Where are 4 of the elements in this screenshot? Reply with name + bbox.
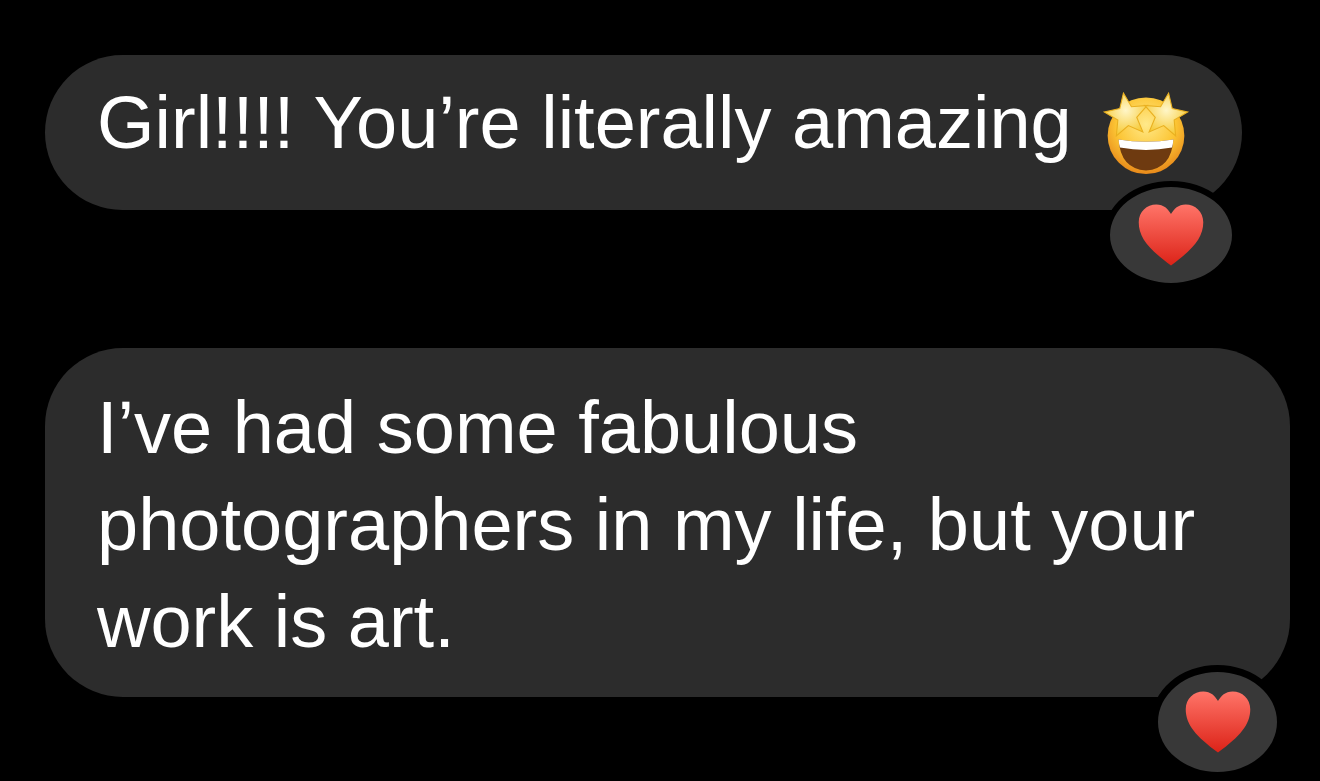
message-text: I’ve had some fabulous photographers in my life, but your work is art. bbox=[97, 385, 1197, 665]
message-text: Girl!!!! You’re literally amazing bbox=[97, 80, 1072, 166]
heart-icon bbox=[1184, 690, 1251, 754]
heart-icon bbox=[1137, 203, 1204, 267]
